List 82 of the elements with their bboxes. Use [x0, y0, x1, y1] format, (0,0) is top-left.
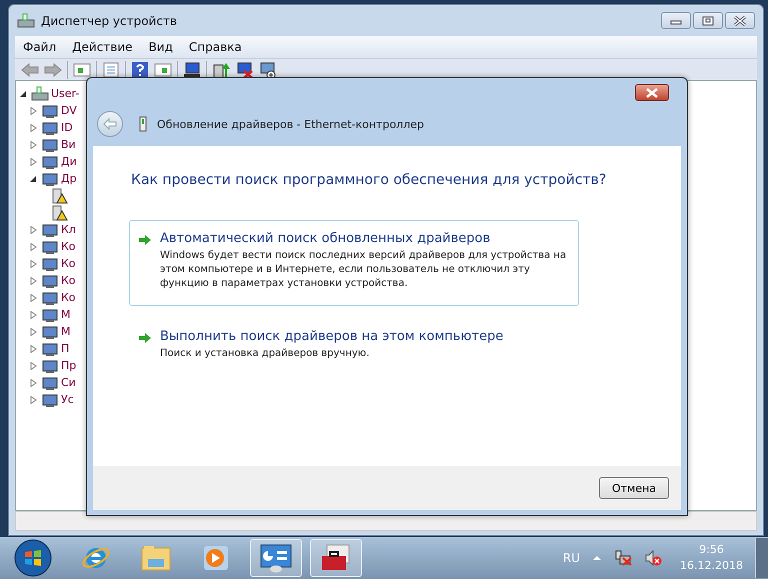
computer-icon: [17, 12, 35, 28]
device-icon: [41, 306, 59, 322]
tree-item[interactable]: User-: [51, 87, 80, 100]
menu-item[interactable]: Справка: [188, 40, 242, 54]
tree-item[interactable]: Ус: [61, 393, 74, 406]
tree-item[interactable]: Кл: [61, 223, 76, 236]
menu-item[interactable]: Файл: [23, 40, 56, 54]
window-title: Диспетчер устройств: [41, 14, 178, 28]
tree-arrow-icon[interactable]: [20, 90, 27, 98]
tree-item[interactable]: Си: [61, 376, 76, 389]
option-title: Выполнить поиск драйверов на этом компьютере: [160, 329, 504, 344]
play-icon: [201, 543, 231, 573]
tree-item[interactable]: Ко: [61, 240, 76, 253]
taskbar-app[interactable]: [310, 539, 362, 577]
device-icon: [41, 272, 59, 288]
option-description: Поиск и установка драйверов вручную.: [160, 347, 370, 361]
maximize-icon: [702, 16, 714, 26]
tree-item[interactable]: Др: [61, 172, 77, 185]
device-icon: [41, 392, 59, 408]
tree-item[interactable]: Ди: [61, 155, 77, 168]
option-title: Автоматический поиск обновленных драйверов: [160, 231, 492, 246]
panel-icon[interactable]: [154, 62, 172, 78]
minimize-button[interactable]: [661, 12, 691, 29]
option-description: Windows будет вести поиск последних версий драйверов для устройства на этом компьютере и в Интернете, если пользователь не отключил эту функцию в параметрах установки устройства.: [160, 249, 568, 291]
device-icon: [41, 154, 59, 170]
close-icon: [733, 14, 747, 26]
device-icon: [41, 136, 59, 152]
arrow-icon: [138, 234, 152, 246]
computer-icon: [31, 86, 49, 102]
device-icon: [41, 222, 59, 238]
tree-item[interactable]: DV: [61, 104, 77, 117]
close-button[interactable]: [635, 84, 669, 101]
tree-item[interactable]: Ви: [61, 138, 76, 151]
warning-device-icon[interactable]: [50, 204, 68, 220]
start-button[interactable]: [14, 539, 52, 577]
cancel-button[interactable]: Отмена: [599, 477, 669, 499]
help-icon[interactable]: [131, 60, 149, 78]
tree-item[interactable]: Ко: [61, 291, 76, 304]
tree-item[interactable]: Пр: [61, 359, 76, 372]
device-icon: [41, 238, 59, 254]
speaker-muted-icon[interactable]: [644, 550, 662, 566]
device-icon: [41, 120, 59, 136]
option-link[interactable]: Выполнить поиск драйверов на этом компьютере Поиск и установка драйверов вручную.: [129, 318, 579, 376]
warning-device-icon[interactable]: [50, 188, 68, 204]
tree-item[interactable]: М: [61, 308, 70, 321]
taskbar-app[interactable]: [250, 539, 302, 577]
option-link[interactable]: [129, 220, 579, 306]
show-hidden-icons-icon[interactable]: [592, 555, 602, 561]
device-icon: [41, 290, 59, 306]
network-card-icon: [139, 116, 147, 132]
monitor-icon[interactable]: [183, 60, 201, 78]
tree-item[interactable]: Ко: [61, 257, 76, 270]
maximize-button[interactable]: [693, 12, 723, 29]
menu-item[interactable]: Действие: [72, 40, 133, 54]
device-icon: [41, 170, 59, 186]
menu-item[interactable]: Вид: [148, 40, 173, 54]
update-icon[interactable]: [212, 60, 230, 78]
remove-device-icon[interactable]: [235, 60, 253, 78]
tree-item[interactable]: ID: [61, 121, 73, 134]
back-button[interactable]: [97, 111, 123, 137]
network-error-icon[interactable]: [614, 550, 632, 566]
tree-item[interactable]: М: [61, 325, 70, 338]
arrow-icon: [138, 332, 152, 344]
back-arrow-icon: [103, 118, 117, 130]
back-arrow-icon[interactable]: [21, 62, 39, 76]
dialog-heading: Как провести поиск программного обеспечения для устройств?: [131, 172, 608, 188]
close-button[interactable]: [725, 12, 755, 29]
dialog-title: Обновление драйверов - Ethernet-контроллер: [157, 118, 424, 130]
device-icon: [41, 358, 59, 374]
device-icon: [41, 340, 59, 356]
device-icon: [41, 374, 59, 390]
close-icon: [645, 88, 659, 98]
device-icon: [41, 256, 59, 272]
tree-arrow-icon[interactable]: [30, 174, 37, 182]
forward-arrow-icon[interactable]: [44, 62, 62, 76]
device-icon: [41, 102, 59, 118]
tree-item[interactable]: Ко: [61, 274, 76, 287]
properties-icon[interactable]: [102, 62, 120, 78]
control-panel-icon: [259, 543, 293, 573]
folder-icon: [140, 543, 172, 573]
device-icon: [41, 324, 59, 340]
tree-item[interactable]: П: [61, 342, 70, 355]
